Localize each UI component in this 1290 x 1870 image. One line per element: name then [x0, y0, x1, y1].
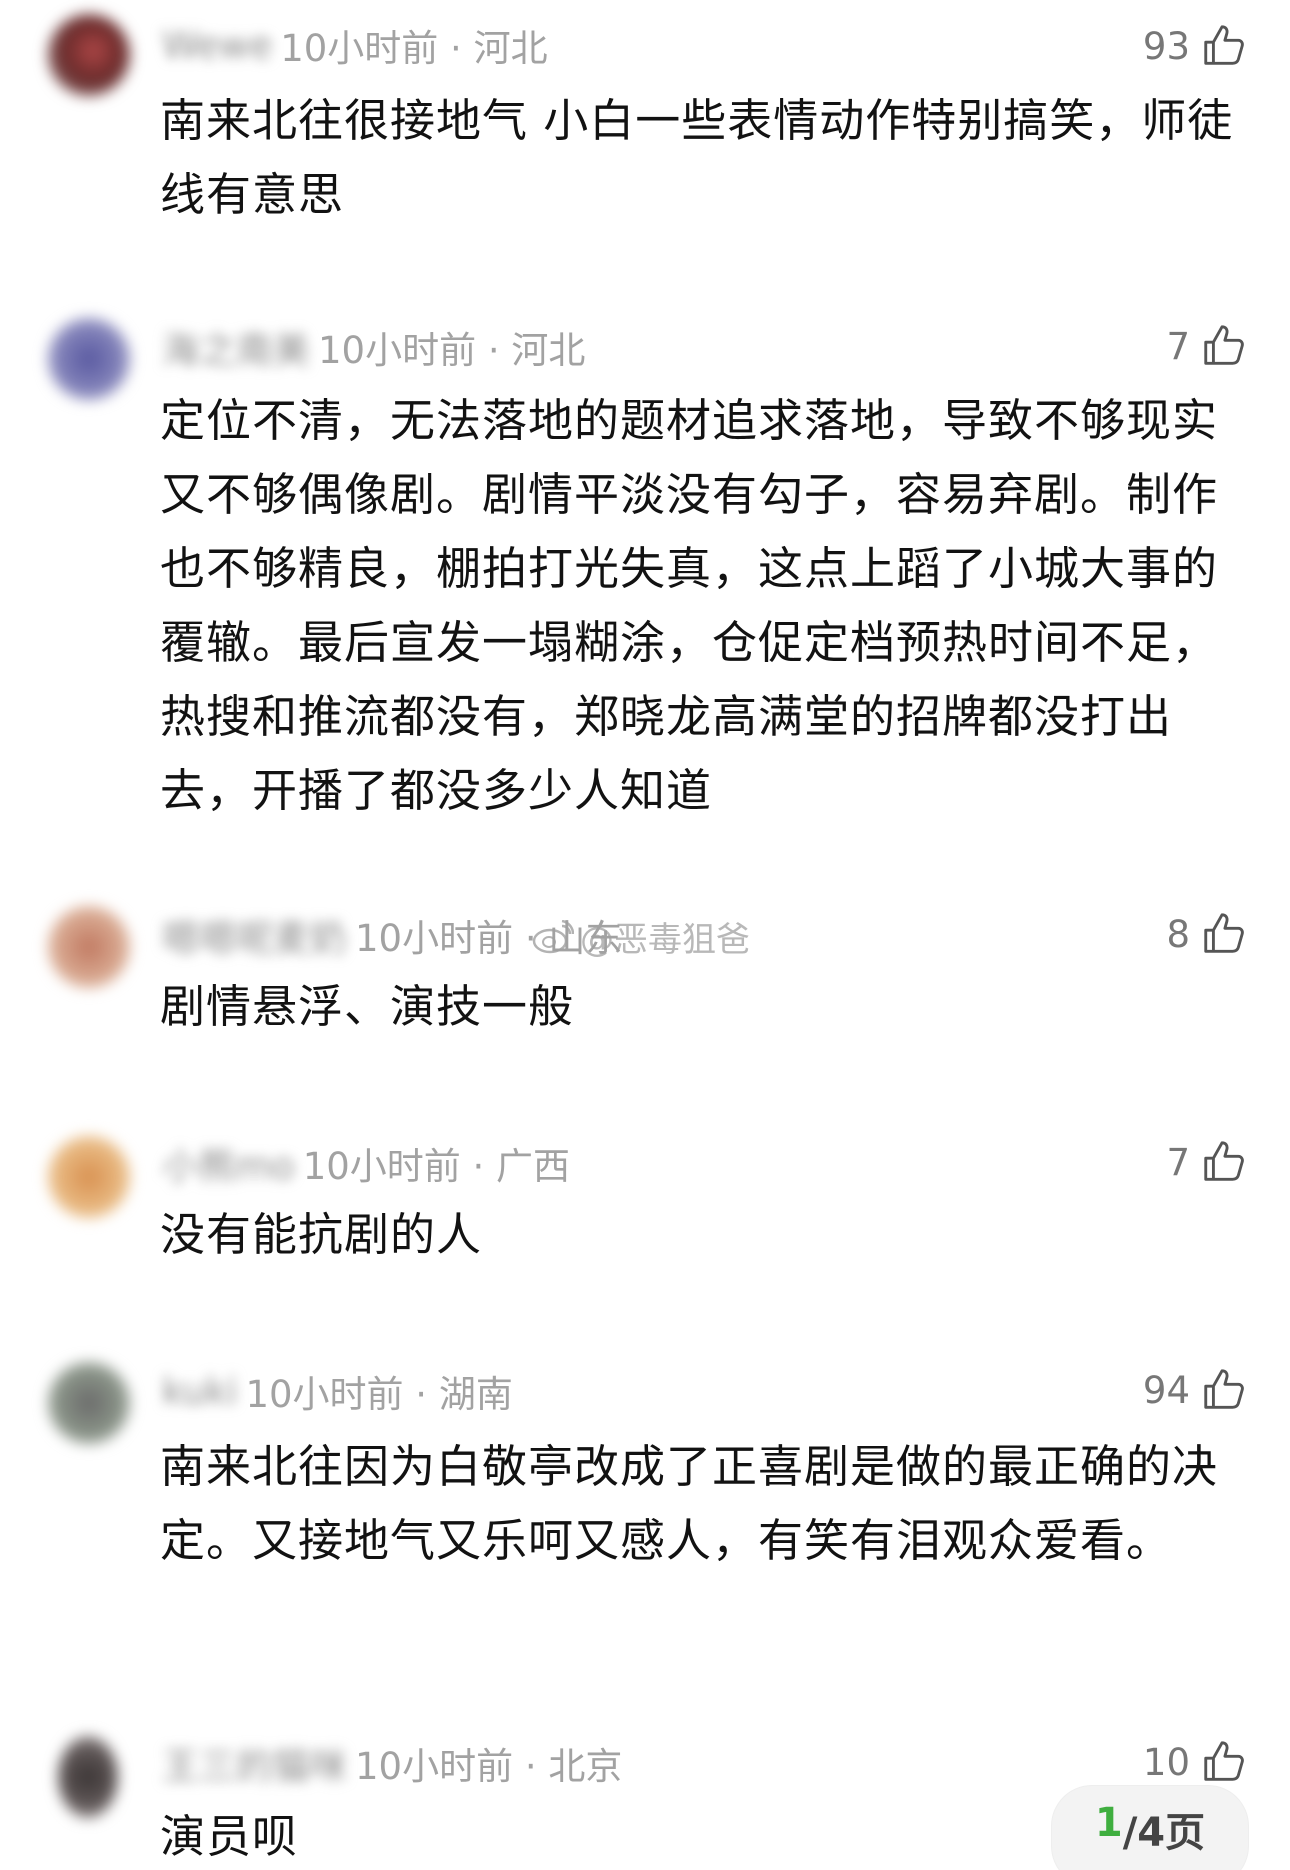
username[interactable]: Wewe: [162, 24, 272, 67]
thumbs-up-icon[interactable]: [1200, 911, 1246, 957]
comment-text: 南来北往因为白敬亭改成了正喜剧是做的最正确的决定。又接地气又乐呵又感人，有笑有泪…: [160, 1440, 1219, 1567]
thumbs-up-icon[interactable]: [1200, 1139, 1246, 1185]
username[interactable]: 王三的猫咪: [162, 1736, 347, 1790]
thumbs-up-icon[interactable]: [1200, 323, 1246, 369]
time-location: 10小时前 · 广西: [302, 1145, 571, 1188]
comment-text: 定位不清，无法落地的题材追求落地，导致不够现实又不够偶像剧。剧情平淡没有勾子，容…: [160, 394, 1219, 817]
avatar[interactable]: [48, 14, 130, 96]
username[interactable]: 嗯嗯呢麦奶: [162, 908, 347, 962]
comment-meta: 王三的猫咪 10小时前 · 北京: [162, 1738, 622, 1788]
time-location: 10小时前 · 湖南: [245, 1373, 513, 1416]
like-button[interactable]: 10: [1143, 1734, 1246, 1790]
like-button[interactable]: 94: [1143, 1362, 1246, 1418]
thumbs-up-icon[interactable]: [1200, 1739, 1246, 1785]
comment-text: 剧情悬浮、演技一般: [160, 980, 575, 1033]
like-count: 10: [1142, 1740, 1190, 1784]
username[interactable]: 小熊mo: [162, 1136, 295, 1190]
username[interactable]: 海之南美: [162, 320, 310, 374]
avatar[interactable]: [48, 1136, 130, 1218]
like-count: 94: [1142, 1368, 1190, 1412]
time-location: 10小时前 · 河北: [280, 27, 548, 70]
like-button[interactable]: 7: [1166, 1134, 1246, 1190]
avatar[interactable]: [48, 318, 130, 400]
like-button[interactable]: 93: [1143, 18, 1246, 74]
comment-meta: 海之南美 10小时前 · 河北: [162, 322, 585, 372]
thumbs-up-icon[interactable]: [1200, 1367, 1246, 1413]
avatar[interactable]: [48, 906, 130, 988]
like-button[interactable]: 8: [1166, 906, 1246, 962]
like-count: 93: [1142, 24, 1190, 68]
thumbs-up-icon[interactable]: [1200, 23, 1246, 69]
like-count: 7: [1166, 1140, 1190, 1184]
weibo-logo-icon: [532, 919, 574, 953]
comment-text: 南来北往很接地气 小白一些表情动作特别搞笑，师徒线有意思: [160, 94, 1234, 221]
comment-text: 没有能抗剧的人: [160, 1208, 483, 1261]
username[interactable]: kuki: [162, 1370, 237, 1413]
avatar[interactable]: [48, 1362, 130, 1444]
like-button[interactable]: 7: [1166, 318, 1246, 374]
watermark: @恶毒狙爸: [532, 912, 750, 961]
current-page: 1: [1094, 1800, 1123, 1846]
time-location: 10小时前 · 北京: [355, 1745, 623, 1788]
time-location: 10小时前 · 河北: [318, 329, 586, 372]
watermark-text: @恶毒狙爸: [580, 920, 750, 960]
like-count: 7: [1166, 324, 1190, 368]
page-indicator[interactable]: 1/4页: [1052, 1786, 1248, 1870]
like-count: 8: [1166, 912, 1190, 956]
avatar[interactable]: [58, 1736, 118, 1818]
comment-meta: kuki 10小时前 · 湖南: [162, 1366, 513, 1417]
total-pages: /4页: [1122, 1810, 1206, 1856]
comment-meta: 小熊mo 10小时前 · 广西: [162, 1138, 570, 1188]
comment-meta: Wewe 10小时前 · 河北: [162, 20, 548, 71]
